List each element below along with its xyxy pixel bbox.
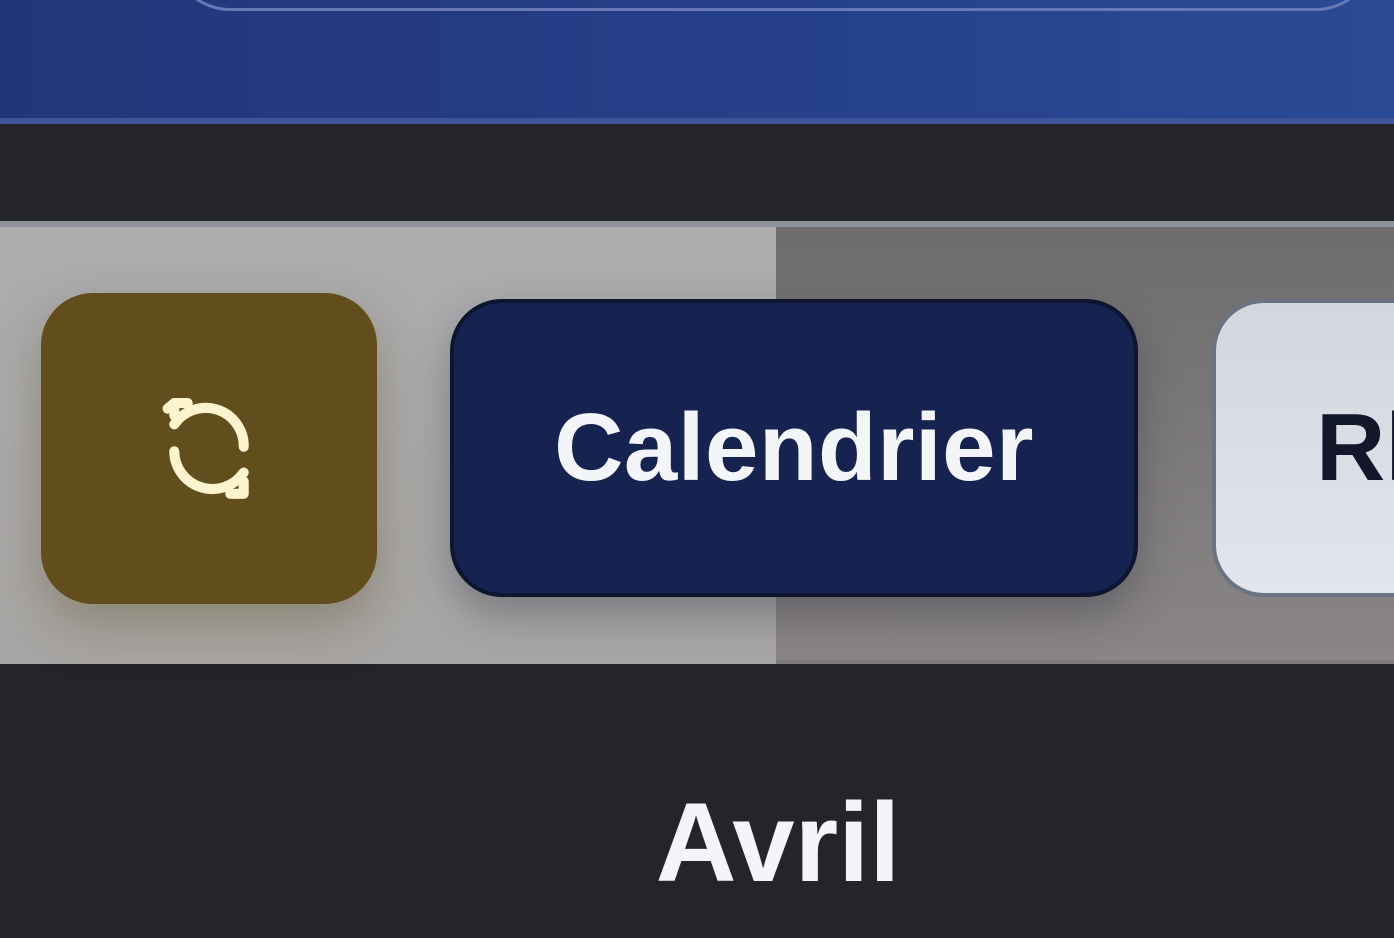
third-toolbar-button-label: Rl bbox=[1316, 394, 1394, 501]
month-title: Avril bbox=[655, 780, 901, 905]
header-pill bbox=[170, 0, 1376, 11]
calendar-button-label: Calendrier bbox=[554, 394, 1034, 501]
refresh-icon bbox=[162, 397, 249, 499]
toolbar-bottom-line bbox=[776, 660, 1394, 664]
toolbar: Calendrier Rl bbox=[0, 221, 1394, 664]
refresh-button[interactable] bbox=[41, 293, 377, 604]
calendar-button[interactable]: Calendrier bbox=[450, 299, 1138, 597]
header-spacer bbox=[0, 124, 1394, 221]
app-frame: Calendrier Rl Avril bbox=[0, 0, 1394, 938]
top-header bbox=[0, 0, 1394, 124]
third-toolbar-button[interactable]: Rl bbox=[1212, 299, 1394, 597]
